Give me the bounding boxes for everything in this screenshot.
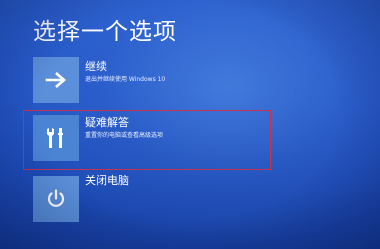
troubleshoot-option[interactable]: 疑难解答 重置你的电脑或查看高级选项 [33,113,313,161]
page-title: 选择一个选项 [33,19,177,45]
power-icon [47,189,65,207]
troubleshoot-tile [33,115,79,161]
shutdown-title: 关闭电脑 [85,174,129,187]
shutdown-option[interactable]: 关闭电脑 [33,174,313,222]
continue-description: 退出并继续使用 Windows 10 [85,76,166,83]
tools-icon [47,128,63,148]
continue-option[interactable]: 继续 退出并继续使用 Windows 10 [33,57,313,103]
continue-title: 继续 [85,60,107,73]
troubleshoot-title: 疑难解答 [85,116,129,129]
troubleshoot-description: 重置你的电脑或查看高级选项 [85,132,164,139]
recovery-screen: 选择一个选项 继续 退出并继续使用 Windows 10 疑难解答 重置你的电脑… [0,0,380,249]
arrow-right-icon [45,72,66,88]
shutdown-tile [33,176,79,222]
continue-tile [33,57,79,103]
